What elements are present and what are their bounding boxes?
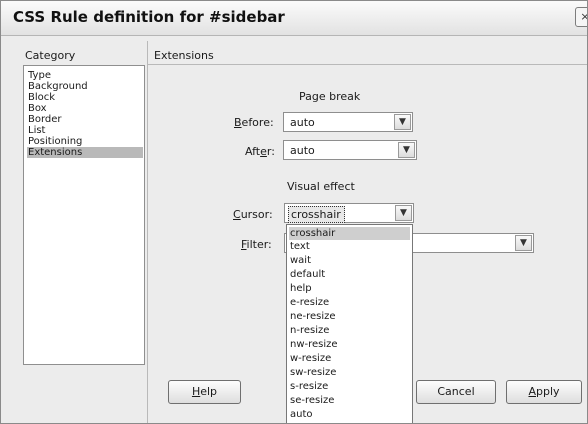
cursor-option[interactable]: ne-resize	[289, 310, 410, 323]
category-item-type[interactable]: Type	[27, 70, 143, 81]
extensions-header: Extensions	[154, 49, 214, 62]
cursor-option[interactable]: nw-resize	[289, 338, 410, 351]
cursor-option[interactable]: e-resize	[289, 296, 410, 309]
category-header: Category	[25, 49, 76, 62]
category-item-block[interactable]: Block	[27, 92, 143, 103]
chevron-down-icon: ▼	[403, 145, 410, 155]
cursor-option[interactable]: help	[289, 282, 410, 295]
visual-effect-title: Visual effect	[287, 180, 355, 193]
cursor-option[interactable]: n-resize	[289, 324, 410, 337]
cursor-option[interactable]: auto	[289, 408, 410, 421]
before-select[interactable]: auto ▼	[283, 112, 413, 132]
before-label: Before:	[234, 116, 274, 129]
cursor-option[interactable]: s-resize	[289, 380, 410, 393]
category-item-border[interactable]: Border	[27, 114, 143, 125]
cursor-option[interactable]: crosshair	[289, 227, 410, 240]
cursor-option[interactable]: se-resize	[289, 394, 410, 407]
after-select[interactable]: auto ▼	[283, 140, 417, 160]
help-button[interactable]: Help	[168, 380, 241, 404]
page-break-title: Page break	[299, 90, 361, 103]
filter-label: Filter:	[241, 238, 272, 251]
cursor-option[interactable]: text	[289, 240, 410, 253]
close-button[interactable]: ×	[575, 7, 587, 27]
filter-dropdown-button[interactable]: ▼	[515, 235, 532, 251]
after-label: After:	[245, 145, 275, 158]
apply-button[interactable]: Apply	[506, 380, 582, 404]
category-list[interactable]: Type Background Block Box Border List Po…	[23, 65, 145, 365]
css-rule-dialog: CSS Rule definition for #sidebar × Categ…	[0, 0, 588, 424]
chevron-down-icon: ▼	[520, 238, 527, 248]
header-divider	[147, 64, 587, 65]
cursor-option[interactable]: w-resize	[289, 352, 410, 365]
after-dropdown-button[interactable]: ▼	[398, 142, 415, 158]
cancel-button[interactable]: Cancel	[416, 380, 496, 404]
after-value: auto	[290, 144, 315, 157]
cursor-option[interactable]: sw-resize	[289, 366, 410, 379]
category-item-background[interactable]: Background	[27, 81, 143, 92]
cursor-value: crosshair	[288, 206, 345, 223]
chevron-down-icon: ▼	[400, 208, 407, 218]
close-icon: ×	[580, 10, 587, 23]
cursor-option[interactable]: wait	[289, 254, 410, 267]
cursor-dropdown-button[interactable]: ▼	[395, 205, 412, 221]
before-value: auto	[290, 116, 315, 129]
panel-divider	[147, 41, 148, 423]
category-item-extensions[interactable]: Extensions	[27, 147, 143, 158]
category-item-positioning[interactable]: Positioning	[27, 136, 143, 147]
cursor-option[interactable]: default	[289, 268, 410, 281]
cursor-options-list[interactable]: crosshair text wait default help e-resiz…	[286, 224, 413, 423]
category-item-list[interactable]: List	[27, 125, 143, 136]
dialog-title: CSS Rule definition for #sidebar	[13, 8, 285, 26]
cursor-select[interactable]: crosshair ▼	[284, 203, 414, 223]
chevron-down-icon: ▼	[399, 117, 406, 127]
category-item-box[interactable]: Box	[27, 103, 143, 114]
before-dropdown-button[interactable]: ▼	[394, 114, 411, 130]
title-bar: CSS Rule definition for #sidebar ×	[1, 1, 587, 36]
cursor-label: Cursor:	[233, 208, 273, 221]
